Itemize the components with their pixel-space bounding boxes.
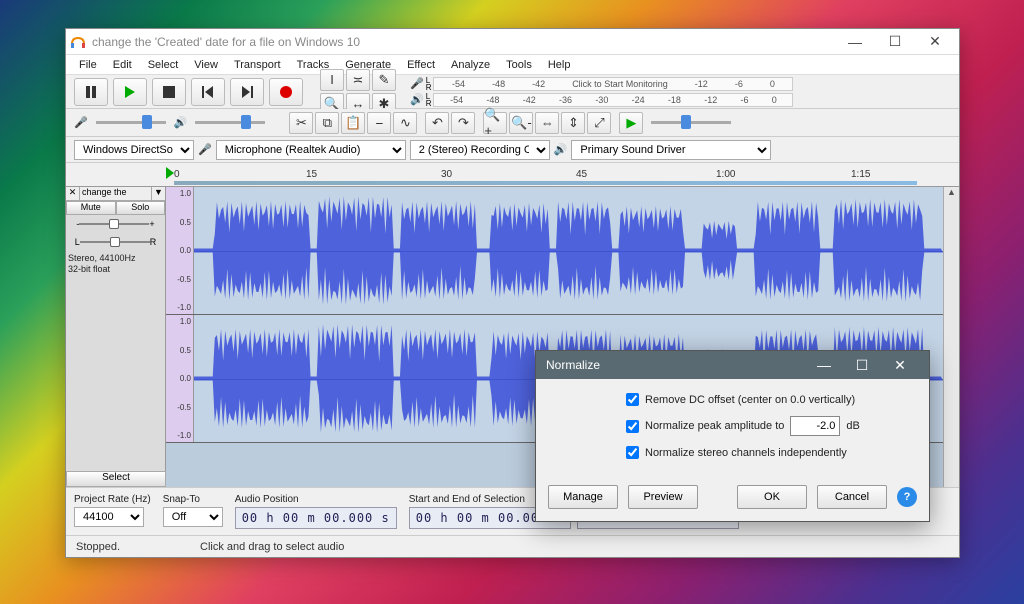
- record-device-select[interactable]: Microphone (Realtek Audio): [216, 140, 406, 160]
- record-button[interactable]: [269, 78, 303, 106]
- copy-button[interactable]: ⧉: [315, 112, 339, 134]
- help-button[interactable]: ?: [897, 487, 917, 507]
- menu-select[interactable]: Select: [141, 57, 186, 73]
- timeline-ruler[interactable]: 0 15 30 45 1:00 1:15: [66, 163, 959, 187]
- minimize-button[interactable]: —: [835, 30, 875, 54]
- envelope-tool[interactable]: ≍: [346, 69, 370, 91]
- mic-icon: 🎤: [410, 77, 424, 90]
- menubar: File Edit Select View Transport Tracks G…: [66, 55, 959, 75]
- speaker-icon: 🔊: [410, 93, 424, 106]
- db-unit-label: dB: [846, 420, 859, 432]
- paste-button[interactable]: 📋: [341, 112, 365, 134]
- mic-level-icon: 🎤: [74, 116, 88, 129]
- silence-button[interactable]: ∿: [393, 112, 417, 134]
- normalize-peak-label: Normalize peak amplitude to: [645, 420, 784, 432]
- waveform-left[interactable]: 1.00.50.0-0.5-1.0: [166, 187, 943, 315]
- normalize-stereo-checkbox[interactable]: [626, 446, 639, 459]
- dialog-close-button[interactable]: ✕: [881, 357, 919, 374]
- undo-button[interactable]: ↶: [425, 112, 449, 134]
- stop-button[interactable]: [152, 78, 186, 106]
- zoom-in-button[interactable]: 🔍+: [483, 112, 507, 134]
- playback-meter[interactable]: -54-48-42-36-30-24-18-12-60: [433, 93, 793, 107]
- menu-help[interactable]: Help: [541, 57, 578, 73]
- ok-button[interactable]: OK: [737, 485, 807, 509]
- transport-toolbar: I ≍ ✎ 🔍 ↔ ✱ 🎤 LR -54-48-42 Click to Star…: [66, 75, 959, 109]
- selection-tool[interactable]: I: [320, 69, 344, 91]
- track-name[interactable]: change the: [80, 187, 151, 200]
- speaker-device-icon: 🔊: [554, 143, 568, 156]
- record-volume-slider[interactable]: [96, 121, 166, 124]
- window-title: change the 'Created' date for a file on …: [92, 35, 835, 49]
- maximize-button[interactable]: ☐: [875, 30, 915, 54]
- play-at-speed-button[interactable]: ▶: [619, 112, 643, 134]
- preview-button[interactable]: Preview: [628, 485, 698, 509]
- play-speed-slider[interactable]: [651, 112, 731, 134]
- fit-project-button[interactable]: ⇕: [561, 112, 585, 134]
- fit-selection-button[interactable]: ⇔: [535, 112, 559, 134]
- play-button[interactable]: [113, 78, 147, 106]
- device-toolbar: Windows DirectSound 🎤 Microphone (Realte…: [66, 137, 959, 163]
- timeline-selection: [174, 181, 917, 185]
- app-icon: [70, 34, 86, 50]
- status-state: Stopped.: [76, 541, 120, 553]
- mic-device-icon: 🎤: [198, 143, 212, 156]
- track-format-info: Stereo, 44100Hz32-bit float: [66, 251, 165, 277]
- status-bar: Stopped. Click and drag to select audio: [66, 535, 959, 557]
- mute-button[interactable]: Mute: [66, 201, 116, 215]
- cancel-button[interactable]: Cancel: [817, 485, 887, 509]
- zoom-toggle-button[interactable]: ⤢: [587, 112, 611, 134]
- titlebar: change the 'Created' date for a file on …: [66, 29, 959, 55]
- playhead-icon: [166, 167, 174, 179]
- remove-dc-checkbox[interactable]: [626, 393, 639, 406]
- pause-button[interactable]: [74, 78, 108, 106]
- remove-dc-label: Remove DC offset (center on 0.0 vertical…: [645, 394, 855, 406]
- record-channels-select[interactable]: 2 (Stereo) Recording Chan: [410, 140, 550, 160]
- dialog-maximize-button[interactable]: ☐: [843, 357, 881, 374]
- track-close-button[interactable]: ✕: [66, 187, 80, 200]
- skip-start-button[interactable]: [191, 78, 225, 106]
- menu-transport[interactable]: Transport: [227, 57, 288, 73]
- zoom-out-button[interactable]: 🔍-: [509, 112, 533, 134]
- project-rate-label: Project Rate (Hz): [74, 494, 151, 505]
- solo-button[interactable]: Solo: [116, 201, 166, 215]
- snap-select[interactable]: Off: [163, 507, 223, 527]
- dialog-title: Normalize: [546, 358, 805, 372]
- project-rate-select[interactable]: 44100: [74, 507, 144, 527]
- edit-toolbar: 🎤 🔊 ✂ ⧉ 📋 ⎯ ∿ ↶ ↷ 🔍+ 🔍- ⇔ ⇕ ⤢ ▶: [66, 109, 959, 137]
- menu-effect[interactable]: Effect: [400, 57, 442, 73]
- status-hint: Click and drag to select audio: [200, 541, 344, 553]
- trim-button[interactable]: ⎯: [367, 112, 391, 134]
- peak-amplitude-input[interactable]: [790, 416, 840, 436]
- vertical-scrollbar[interactable]: ▲: [943, 187, 959, 487]
- record-meter[interactable]: -54-48-42 Click to Start Monitoring -12-…: [433, 77, 793, 91]
- track-control-panel: ✕ change the ▼ Mute Solo -+ LR Stereo, 4…: [66, 187, 166, 487]
- snap-label: Snap-To: [163, 494, 223, 505]
- dialog-titlebar[interactable]: Normalize — ☐ ✕: [536, 351, 929, 379]
- normalize-dialog: Normalize — ☐ ✕ Remove DC offset (center…: [535, 350, 930, 522]
- menu-tools[interactable]: Tools: [499, 57, 539, 73]
- cut-button[interactable]: ✂: [289, 112, 313, 134]
- redo-button[interactable]: ↷: [451, 112, 475, 134]
- menu-edit[interactable]: Edit: [106, 57, 139, 73]
- pan-slider[interactable]: LR: [66, 233, 165, 251]
- play-level-icon: 🔊: [174, 116, 188, 129]
- gain-slider[interactable]: -+: [66, 215, 165, 233]
- playback-device-select[interactable]: Primary Sound Driver: [571, 140, 771, 160]
- playback-volume-slider[interactable]: [195, 121, 265, 124]
- normalize-stereo-label: Normalize stereo channels independently: [645, 447, 847, 459]
- audio-position-label: Audio Position: [235, 494, 397, 505]
- menu-view[interactable]: View: [187, 57, 225, 73]
- skip-end-button[interactable]: [230, 78, 264, 106]
- audio-host-select[interactable]: Windows DirectSound: [74, 140, 194, 160]
- dialog-minimize-button[interactable]: —: [805, 357, 843, 373]
- menu-file[interactable]: File: [72, 57, 104, 73]
- track-menu-button[interactable]: ▼: [151, 187, 165, 200]
- audio-position-value[interactable]: 00 h 00 m 00.000 s: [235, 507, 397, 529]
- track-select-button[interactable]: Select: [66, 471, 166, 487]
- normalize-peak-checkbox[interactable]: [626, 420, 639, 433]
- close-button[interactable]: ✕: [915, 30, 955, 54]
- draw-tool[interactable]: ✎: [372, 69, 396, 91]
- menu-analyze[interactable]: Analyze: [444, 57, 497, 73]
- manage-button[interactable]: Manage: [548, 485, 618, 509]
